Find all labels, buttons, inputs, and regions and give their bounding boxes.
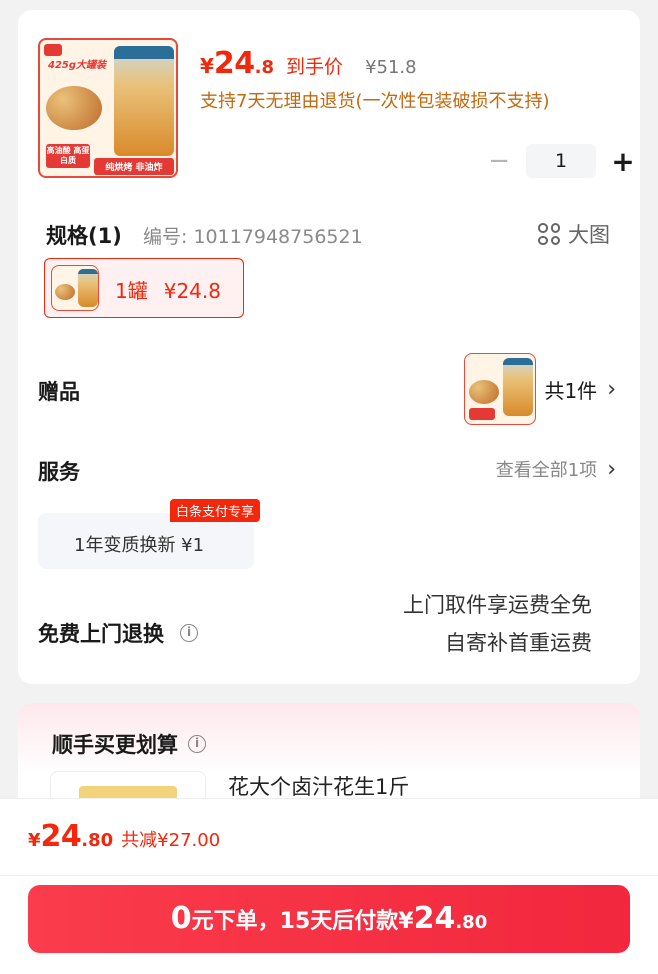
service-badge: 白条支付专享 [169,499,260,522]
free-return-line1: 上门取件享运费全免 [403,593,592,617]
gift-count: 共1件 [544,378,598,403]
product-card: 425g大罐装 高油酸 高蛋白质 纯烘烤 非油炸 ¥ 24 .8 到手价 ¥51… [18,10,640,684]
product-image-tag-right: 纯烘烤 非油炸 [94,158,174,175]
spec-code: 编号: 10117948756521 [143,226,363,248]
nuts-graphic [55,284,75,300]
quantity-stepper: − 1 + [484,144,638,178]
gift-thumb [464,353,537,425]
service-view-all[interactable]: 查看全部1项 › [496,456,616,482]
gift-label: 赠品 [38,380,80,404]
service-label: 服务 [38,460,80,484]
quantity-input[interactable]: 1 [526,144,596,178]
price-decimal: .8 [254,57,275,78]
checkout-bar: ¥ 24 .80 共减¥27.00 0 元下单，15天后付款 ¥ 24 .80 [0,798,658,974]
service-view-all-label: 查看全部1项 [495,460,598,481]
increase-button[interactable]: + [608,145,638,178]
nuts-graphic [46,86,102,130]
product-image-tag-left: 高油酸 高蛋白质 [46,144,90,168]
cta-text: 元下单，15天后付款 [191,909,399,934]
decrease-button[interactable]: − [484,146,514,176]
shop-logo-badge [44,44,62,56]
addon-item-name[interactable]: 花大个卤汁花生1斤 [228,771,409,801]
product-image-headline: 425g大罐装 [48,60,107,71]
big-image-button[interactable]: 大图 [538,219,610,249]
gift-row-action[interactable]: 共1件 › [464,353,616,425]
spec-option-thumb [51,265,99,311]
return-policy-note: 支持7天无理由退货(一次性包装破损不支持) [200,91,550,112]
addon-title-row: 顺手买更划算 i [52,729,206,759]
price-symbol: ¥ [200,54,214,78]
info-icon[interactable]: i [180,624,198,642]
cta-zero: 0 [170,901,192,936]
total-price: ¥ 24 .80 共减¥27.00 [28,819,220,854]
original-price: ¥51.8 [365,57,417,78]
spec-option-name: 1罐 [115,279,148,303]
total-symbol: ¥ [28,830,41,851]
big-image-label: 大图 [568,223,610,247]
arrive-price-label: 到手价 [286,56,344,78]
divider [0,875,658,876]
spec-option-label: 1罐 ¥24.8 [115,275,221,304]
total-integer: 24 [40,819,82,854]
cta-symbol: ¥ [398,909,414,934]
free-return-label: 免费上门退换 i [38,618,198,648]
spec-option-price: ¥24.8 [163,279,221,303]
info-icon[interactable]: i [188,735,206,753]
grid-icon [538,223,560,245]
jar-graphic [503,358,534,416]
free-return-line2: 自寄补首重运费 [445,631,592,655]
spec-title: 规格(1) [46,224,122,248]
spec-option-1[interactable]: 1罐 ¥24.8 [44,258,244,318]
price-integer: 24 [213,46,255,81]
cta-decimal: .80 [455,912,488,933]
total-saving: 共减¥27.00 [121,830,221,851]
place-order-button[interactable]: 0 元下单，15天后付款 ¥ 24 .80 [28,885,630,953]
service-option[interactable]: 1年变质换新 ¥1 白条支付专享 [38,499,260,569]
free-return-title: 免费上门退换 [38,622,164,646]
service-option-label: 1年变质换新 ¥1 [74,535,205,556]
product-image[interactable]: 425g大罐装 高油酸 高蛋白质 纯烘烤 非油炸 [38,38,178,178]
gift-thumb-tag [469,408,496,420]
cta-integer: 24 [413,901,456,936]
price-row: ¥ 24 .8 到手价 ¥51.8 [200,46,417,81]
jar-graphic [114,46,174,156]
addon-title: 顺手买更划算 [52,733,178,757]
chevron-right-icon: › [607,456,616,482]
nuts-graphic [469,380,500,404]
total-decimal: .80 [81,830,114,851]
chevron-right-icon: › [607,376,616,402]
jar-graphic [78,269,98,307]
